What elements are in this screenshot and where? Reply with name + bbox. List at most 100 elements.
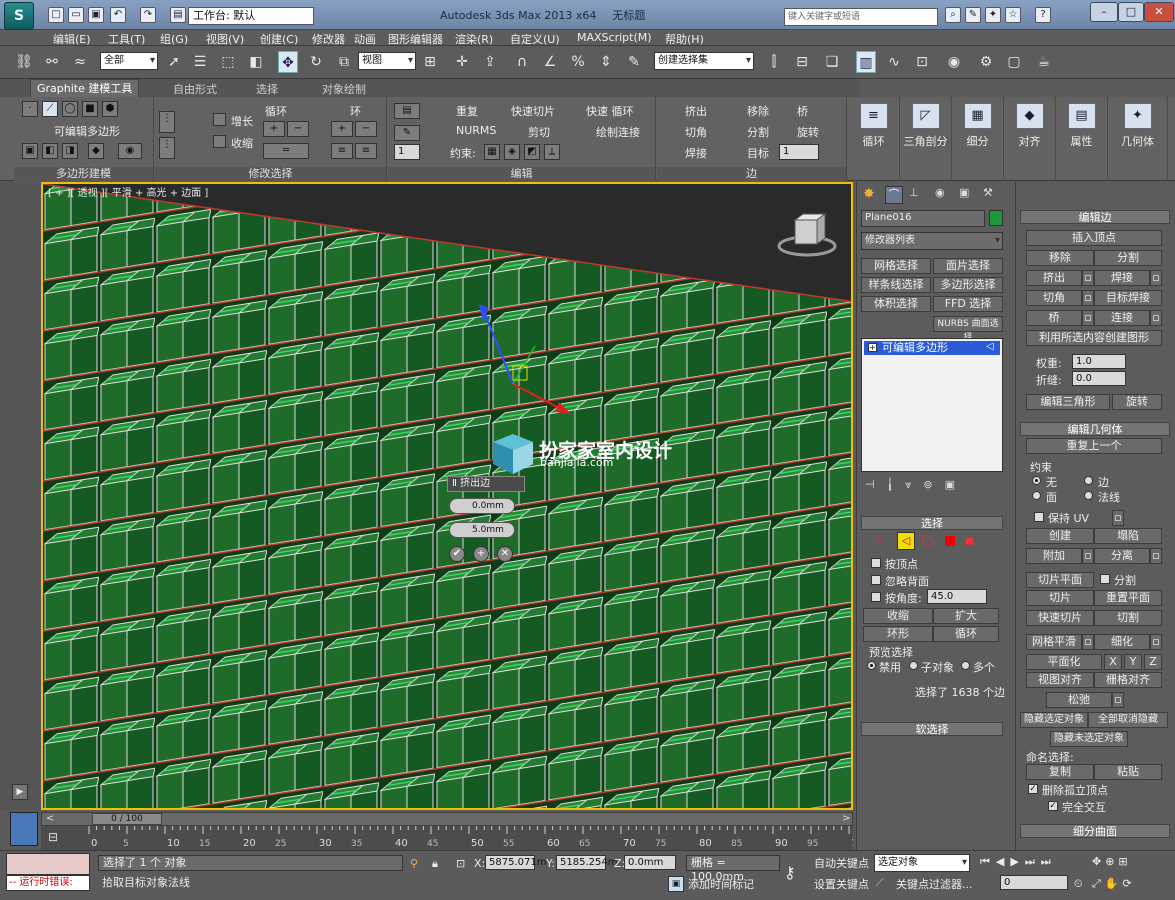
delete-isolated-check[interactable]: ✓ [1028, 784, 1038, 794]
ring-mode2-icon[interactable]: ≡ [355, 143, 377, 159]
big-geometry-button[interactable]: ✦ 几何体 [1108, 97, 1168, 181]
grid-align-button[interactable]: 栅格对齐 [1094, 672, 1162, 688]
app-logo-icon[interactable]: S [4, 2, 34, 30]
material-editor-icon[interactable]: ◉ [944, 51, 964, 73]
edit-named-sel-icon[interactable]: ✎ [624, 51, 644, 73]
select-by-name-icon[interactable]: ☰ [190, 51, 210, 73]
edit-tri-button[interactable]: 编辑三角形 [1026, 394, 1110, 410]
sub-element-icon[interactable]: ◼ [965, 534, 974, 547]
angle-field[interactable]: 45.0 [927, 589, 987, 604]
bridge-button[interactable]: 桥 [1026, 310, 1082, 326]
preview-subobj-radio[interactable] [909, 661, 918, 670]
coord-x-field[interactable]: 5875.071m [485, 855, 546, 870]
target-weld-button[interactable]: 目标焊接 [1094, 290, 1162, 306]
save-icon[interactable]: ▣ [88, 7, 104, 23]
undo-icon[interactable]: ↶ [110, 7, 126, 23]
paste-button[interactable]: 粘贴 [1094, 764, 1162, 780]
angle-snap-icon[interactable]: ∠ [540, 51, 560, 73]
element-icon[interactable]: ⬢ [102, 101, 118, 117]
spinner-snap-icon[interactable]: ⇕ [596, 51, 616, 73]
constraint-edge-radio[interactable] [1084, 476, 1093, 485]
weld-settings-icon[interactable]: ▫ [1150, 270, 1162, 286]
subdiv-surface-header[interactable]: 细分曲面 [1020, 824, 1170, 838]
named-selection-dropdown[interactable]: 创建选择集 [654, 52, 754, 70]
menu-edit[interactable]: 编辑(E) [53, 31, 91, 47]
bridge-settings-icon[interactable]: ▫ [1082, 310, 1094, 326]
connect-button[interactable]: 连接 [1094, 310, 1150, 326]
bind-spacewarp-icon[interactable]: ≈ [70, 51, 90, 73]
track-bar[interactable]: 0 10 20 30 40 50 60 70 80 90 100 5 15 25 35 45 55 65 75 85 9… [41, 826, 870, 850]
remove-label[interactable]: 移除 [747, 103, 769, 119]
selection-filter-dropdown[interactable]: 全部 [100, 52, 158, 70]
slice-button[interactable]: 切片 [1026, 590, 1094, 606]
tessellate-settings-icon[interactable]: ▫ [1150, 634, 1162, 650]
stack-tools[interactable]: ⊣╽⩔⊚▣ [865, 478, 1005, 492]
menu-help[interactable]: 帮助(H) [665, 31, 704, 47]
caddy-width-field[interactable]: 5.0mm [449, 522, 515, 538]
unlink-icon[interactable]: ⚯ [42, 51, 62, 73]
group-poly-modeling-title[interactable]: 多边形建模 [14, 167, 153, 181]
time-tag-icon[interactable]: ▣ [668, 876, 684, 892]
cut-label[interactable]: 剪切 [528, 124, 550, 140]
by-vertex-check[interactable] [871, 558, 881, 568]
hierarchy-tab-icon[interactable]: ⊥ [909, 186, 919, 199]
set-key-button[interactable]: 设置关键点 [814, 876, 869, 892]
loop-button[interactable]: 循环 [933, 626, 999, 642]
full-interact-check[interactable]: ✓ [1048, 801, 1058, 811]
ffd-select-button[interactable]: FFD 选择 [933, 296, 1003, 312]
view-align-button[interactable]: 视图对齐 [1026, 672, 1094, 688]
patch-select-button[interactable]: 面片选择 [933, 258, 1003, 274]
project-folder-icon[interactable]: ▤ [170, 7, 186, 23]
detach-settings-icon[interactable]: ▫ [1150, 548, 1162, 564]
snap-3d-icon[interactable]: ∩ [512, 51, 532, 73]
polygon-icon[interactable]: ■ [82, 101, 98, 117]
time-slider-thumb[interactable]: 0 / 100 [92, 813, 162, 825]
menu-create[interactable]: 创建(C) [260, 31, 298, 47]
percent-snap-icon[interactable]: % [568, 51, 588, 73]
coord-z-field[interactable]: 0.0mm [624, 855, 676, 870]
object-name-field[interactable]: Plane016 [861, 210, 985, 227]
lock-selection-icon[interactable]: 🔒︎ [432, 857, 438, 871]
preview-disable-radio[interactable] [867, 661, 876, 670]
sub-border-icon[interactable]: ◯ [921, 534, 933, 547]
prev-frame-icon[interactable]: < [46, 813, 54, 824]
maximize-button[interactable]: □ [1118, 2, 1144, 22]
insert-vertex-button[interactable]: 插入顶点 [1026, 230, 1162, 246]
caddy-ok-icon[interactable]: ✔ [449, 546, 465, 562]
current-frame-field[interactable]: 0 [1000, 875, 1068, 890]
shrink-icon[interactable] [213, 135, 226, 148]
utilities-tab-icon[interactable]: ⚒ [983, 186, 993, 199]
ring-label[interactable]: 环 [350, 103, 361, 119]
grow-button[interactable]: 扩大 [933, 608, 999, 624]
ring-button[interactable]: 环形 [863, 626, 933, 642]
shrink-loop-icon[interactable]: ⋮ [159, 137, 175, 159]
grow-loop-icon[interactable]: ⋮ [159, 111, 175, 133]
spin-label[interactable]: 旋转 [797, 124, 819, 140]
absolute-mode-icon[interactable]: ⊡ [456, 857, 465, 870]
modify-mode-icon[interactable]: ▣ [22, 143, 38, 159]
edge-icon[interactable]: ⟋ [42, 101, 58, 117]
schematic-view-icon[interactable]: ⊡ [912, 51, 932, 73]
group-edit-title[interactable]: 编辑 [388, 167, 655, 181]
caddy-apply-icon[interactable]: + [473, 546, 489, 562]
constraint-none-radio[interactable] [1032, 476, 1041, 485]
extrude-button[interactable]: 挤出 [1026, 270, 1082, 286]
time-slider[interactable]: 0 / 100 < > [41, 812, 853, 826]
group-edges-title[interactable]: 边 [657, 167, 846, 181]
play-mini-icon[interactable]: ▶ [12, 784, 28, 800]
next-frame-icon[interactable]: > [842, 813, 850, 824]
ignore-back-icon[interactable]: ◧ [42, 143, 58, 159]
attach-settings-icon[interactable]: ▫ [1082, 548, 1094, 564]
loop-mode-icon[interactable]: ═ [263, 143, 309, 159]
big-properties-button[interactable]: ▤ 属性 [1056, 97, 1108, 181]
loop-label[interactable]: 循环 [265, 103, 287, 119]
new-file-icon[interactable]: □ [48, 7, 64, 23]
relax-button[interactable]: 松弛 [1046, 692, 1112, 708]
graphite-toggle-icon[interactable]: ▥ [856, 51, 876, 73]
nurbs-select-button[interactable]: NURBS 曲面选择 [933, 316, 1003, 343]
tab-selection[interactable]: 选择 [256, 81, 278, 97]
grow-label[interactable]: 增长 [231, 113, 253, 129]
menu-graph-editors[interactable]: 图形编辑器 [388, 31, 443, 47]
weight-field[interactable]: 1.0 [1072, 354, 1126, 369]
menu-animation[interactable]: 动画 [354, 31, 376, 47]
